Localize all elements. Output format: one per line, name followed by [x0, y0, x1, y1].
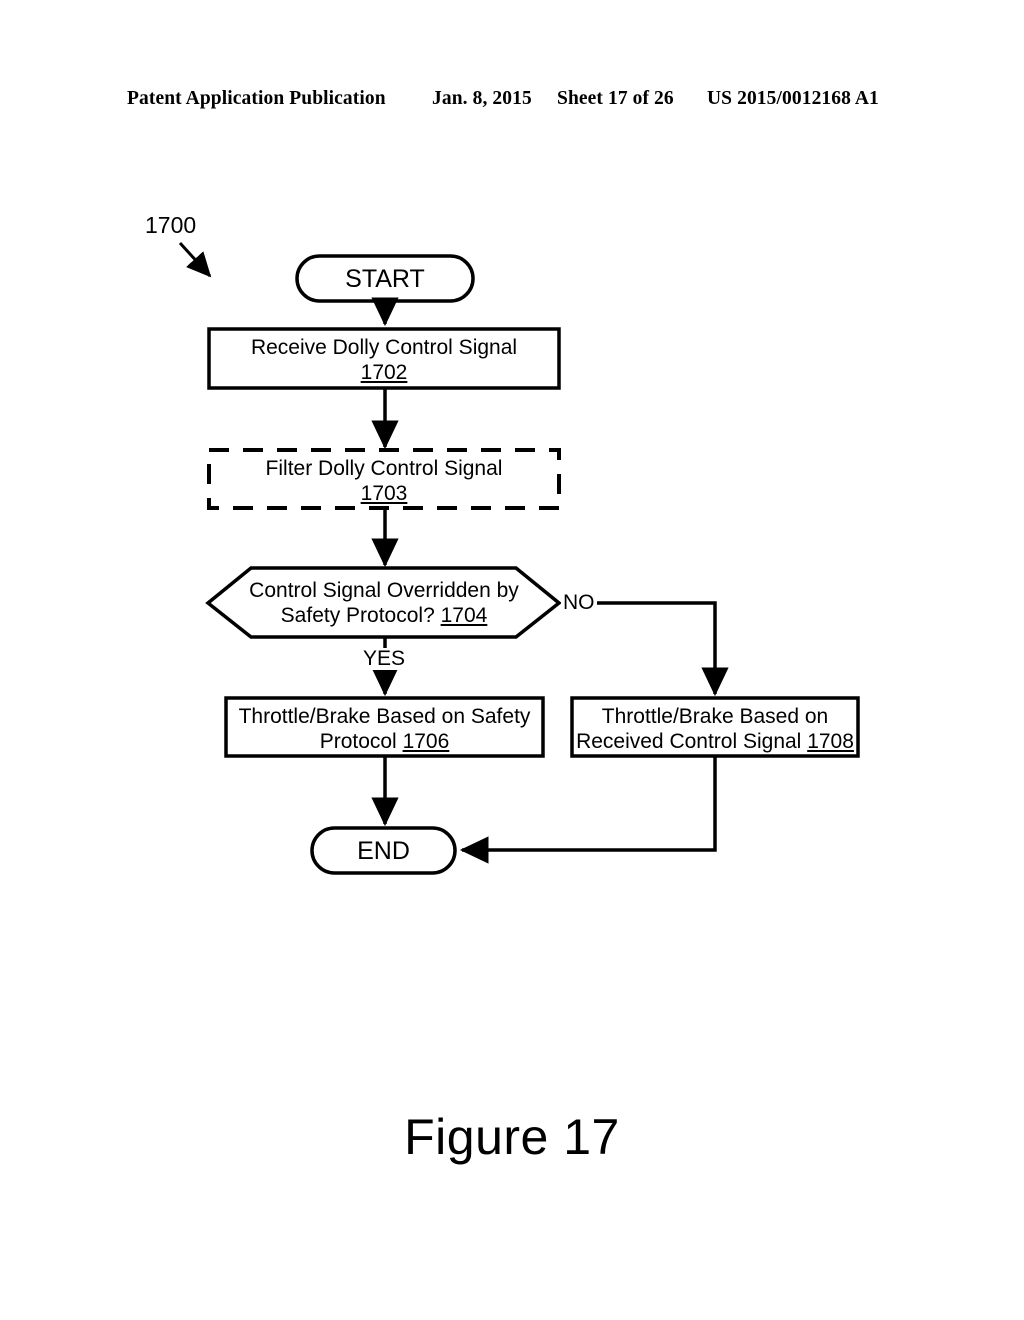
- receive-node-shape: [207, 327, 561, 390]
- edge-decision-no-to-received: [595, 601, 729, 697]
- diagram-reference-label: 1700: [145, 212, 197, 238]
- end-node-shape: [310, 826, 457, 875]
- received-node-shape: [570, 696, 860, 758]
- decision-node-shape: [205, 566, 562, 639]
- edge-label-yes: YES: [360, 648, 409, 670]
- figure-caption: Figure 17: [404, 1109, 620, 1165]
- safety-node-shape: [224, 696, 545, 758]
- diagram-label-pointer-arrow: [178, 241, 212, 278]
- start-node-shape: [295, 254, 475, 303]
- edge-received-to-end: [459, 756, 717, 864]
- filter-node-shape: [207, 448, 561, 510]
- edge-label-no: NO: [561, 591, 597, 614]
